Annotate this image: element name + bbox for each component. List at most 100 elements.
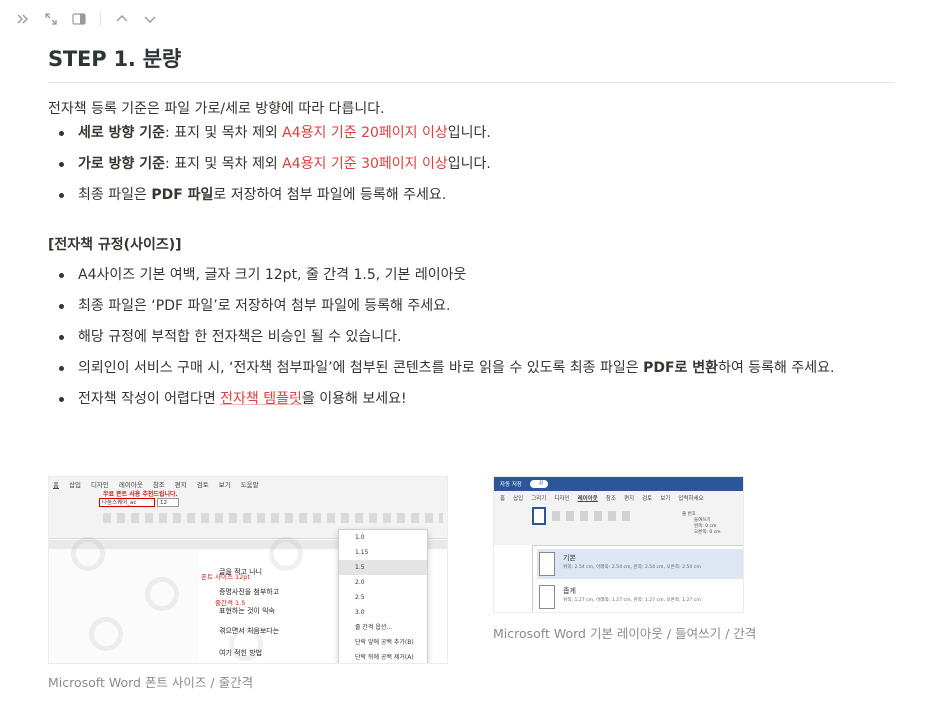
- expand-icon[interactable]: [42, 10, 60, 28]
- tab-mailings: 편지: [623, 496, 635, 502]
- tab-help: 도움말: [240, 481, 259, 489]
- notice-label: 무료 폰트 사용 추천드립니다.: [103, 491, 178, 498]
- toggle-label: 끔: [539, 481, 544, 486]
- template-link[interactable]: 전자책 템플릿: [220, 391, 302, 407]
- rules-list: A4사이즈 기본 여백, 글자 크기 12pt, 줄 간격 1.5, 기본 레이…: [48, 265, 894, 409]
- spacing-option[interactable]: 1.15: [339, 545, 427, 560]
- ribbon-tools: [552, 511, 632, 521]
- tab-insert: 삽입: [513, 496, 524, 502]
- bold-text: PDF로 변환: [643, 360, 719, 376]
- tab-insert: 삽입: [68, 481, 81, 489]
- spacing-option[interactable]: 1.0: [339, 530, 427, 545]
- indent-right-value[interactable]: 0 cm: [709, 530, 720, 535]
- right-caption: Microsoft Word 기본 레이아웃 / 들여쓰기 / 간격: [493, 626, 757, 641]
- doc-line: 표현하는 것이 익숙: [219, 607, 275, 615]
- list-item: A4사이즈 기본 여백, 글자 크기 12pt, 줄 간격 1.5, 기본 레이…: [48, 265, 894, 285]
- watermark-icon: [269, 537, 303, 571]
- tab-home: 홈: [53, 481, 59, 489]
- text: 입니다.: [447, 156, 491, 172]
- tab-references: 참조: [152, 481, 165, 489]
- text: 로 저장하여 첨부 파일에 등록해 주세요.: [213, 187, 447, 203]
- figure-font-size: 홈 삽입 디자인 레이아웃 참조 편지 검토 보기 도움말 무료 폰트 사용 추…: [48, 476, 448, 691]
- highlight-text: A4용지 기준 20페이지 이상: [282, 125, 448, 141]
- chevron-down-icon[interactable]: [141, 10, 159, 28]
- tab-layout: 레이아웃: [118, 481, 143, 489]
- top-toolbar: [14, 9, 159, 29]
- word-layout-screenshot[interactable]: 자동 저장 끔 홈 삽입 그리기 디자인 레이아웃 참조 편지 검토 보기 입력…: [493, 476, 744, 613]
- font-size-box: 12: [157, 498, 179, 507]
- margin-option-narrow[interactable]: 좁게 위쪽: 1.27 cm, 아래쪽: 1.27 cm, 왼쪽: 1.27 c…: [537, 582, 743, 612]
- text: 의뢰인이 서비스 구매 시, ‘전자책 첨부파일’에 첨부된 콘텐츠를 바로 읽…: [78, 360, 644, 376]
- text: 이용해 보세요!: [314, 391, 407, 407]
- intro-text: 전자책 등록 기준은 파일 가로/세로 방향에 따라 다릅니다.: [48, 101, 385, 117]
- font-size-value: 12: [160, 500, 167, 506]
- text: A4사이즈 기본 여백, 글자 크기 12pt, 줄 간격 1.5, 기본 레이…: [78, 267, 467, 283]
- spacing-option[interactable]: 단락 앞에 공백 추가(B): [339, 635, 427, 650]
- figures: 홈 삽입 디자인 레이아웃 참조 편지 검토 보기 도움말 무료 폰트 사용 추…: [48, 476, 894, 696]
- autosave-label: 자동 저장: [500, 482, 522, 488]
- sidebar-panel-icon[interactable]: [70, 10, 88, 28]
- watermark-icon: [89, 617, 123, 651]
- margin-options-panel[interactable]: 기본 위쪽: 2.54 cm, 아래쪽: 2.54 cm, 왼쪽: 2.54 c…: [532, 545, 743, 612]
- word-title-bar: 자동 저장 끔: [494, 477, 743, 491]
- margin-button[interactable]: [532, 507, 546, 525]
- section-heading: [전자책 규정(사이즈)]: [48, 237, 182, 253]
- page-icon: [539, 552, 555, 576]
- highlight-text: 을: [301, 391, 315, 407]
- line-spacing-tag: 줄간격 1.5: [215, 599, 246, 607]
- word-tabs: 홈 삽입 디자인 레이아웃 참조 편지 검토 보기 도움말: [53, 479, 259, 489]
- tab-design: 디자인: [554, 496, 570, 502]
- spacing-option[interactable]: 단락 뒤에 공백 제거(A): [339, 650, 427, 663]
- line-spacing-dropdown[interactable]: 1.0 1.15 1.5 2.0 2.5 3.0 줄 간격 옵션... 단락 앞…: [338, 529, 428, 663]
- bold-text: 세로 방향 기준: [78, 125, 166, 141]
- watermark-icon: [145, 577, 179, 611]
- text: 입니다.: [447, 125, 491, 141]
- right-label: 오른쪽:: [694, 530, 708, 535]
- text: 최종 파일은: [78, 187, 152, 203]
- tab-review: 검토: [196, 481, 209, 489]
- spacing-option[interactable]: 1.5: [339, 560, 427, 575]
- spacing-option[interactable]: 2.5: [339, 590, 427, 605]
- margin-option-normal[interactable]: 기본 위쪽: 2.54 cm, 아래쪽: 2.54 cm, 왼쪽: 2.54 c…: [537, 549, 743, 579]
- list-item: 최종 파일은 PDF 파일로 저장하여 첨부 파일에 등록해 주세요.: [48, 185, 894, 205]
- spacing-option[interactable]: 2.0: [339, 575, 427, 590]
- chevron-up-icon[interactable]: [113, 10, 131, 28]
- indent-group: 들여쓰기 왼쪽: 0 cm 오른쪽: 0 cm: [694, 517, 743, 535]
- text: 최종 파일은 ‘PDF 파일’로 저장하여 첨부 파일에 등록해 주세요.: [78, 298, 451, 314]
- bold-text: PDF 파일: [151, 187, 214, 203]
- tab-review: 검토: [642, 496, 653, 502]
- autosave-toggle[interactable]: 끔: [530, 480, 548, 488]
- word-font-screenshot[interactable]: 홈 삽입 디자인 레이아웃 참조 편지 검토 보기 도움말 무료 폰트 사용 추…: [48, 476, 448, 664]
- spacing-option[interactable]: 줄 간격 옵션...: [339, 620, 427, 635]
- text: 하여 등록해 주세요.: [718, 360, 835, 376]
- option-desc: 위쪽: 2.54 cm, 아래쪽: 2.54 cm, 왼쪽: 2.54 cm, …: [563, 565, 701, 570]
- ribbon-tools: [103, 513, 443, 523]
- tab-home: 홈: [500, 496, 506, 502]
- watermark-icon: [71, 537, 105, 571]
- tab-mailings: 편지: [174, 481, 187, 489]
- orientation-list: 세로 방향 기준: 표지 및 목차 제외 A4용지 기준 20페이지 이상입니다…: [48, 123, 894, 205]
- page-content: STEP 1. 분량 전자책 등록 기준은 파일 가로/세로 방향에 따라 다릅…: [48, 40, 894, 420]
- text: 전자책 작성이 어렵다면: [78, 391, 221, 407]
- page-title: STEP 1. 분량: [48, 40, 894, 83]
- double-chevron-right-icon[interactable]: [14, 10, 32, 28]
- list-item: 의뢰인이 서비스 구매 시, ‘전자책 첨부파일’에 첨부된 콘텐츠를 바로 읽…: [48, 358, 894, 378]
- option-name: 기본: [563, 554, 576, 562]
- list-item: 전자책 작성이 어렵다면 전자책 템플릿을 이용해 보세요!: [48, 389, 894, 409]
- left-strip: [494, 545, 532, 612]
- bold-text: 가로 방향 기준: [78, 156, 166, 172]
- spacing-option[interactable]: 3.0: [339, 605, 427, 620]
- word-tabs: 홈 삽입 그리기 디자인 레이아웃 참조 편지 검토 보기 입력하세요: [500, 494, 704, 502]
- option-desc: 위쪽: 1.27 cm, 아래쪽: 1.27 cm, 왼쪽: 1.27 cm, …: [563, 598, 701, 603]
- toolbar-divider: [100, 12, 101, 26]
- option-name: 좁게: [563, 587, 576, 595]
- tab-search: 입력하세요: [678, 496, 704, 502]
- font-name-value: 나눔스퀘어_ac: [102, 500, 137, 506]
- figure-layout: 자동 저장 끔 홈 삽입 그리기 디자인 레이아웃 참조 편지 검토 보기 입력…: [493, 476, 893, 642]
- highlight-text: A4용지 기준 30페이지 이상: [282, 156, 448, 172]
- list-item: 세로 방향 기준: 표지 및 목차 제외 A4용지 기준 20페이지 이상입니다…: [48, 123, 894, 143]
- list-item: 해당 규정에 부적합 한 전자책은 비승인 될 수 있습니다.: [48, 327, 894, 347]
- text: : 표지 및 목차 제외: [165, 125, 283, 141]
- list-item: 가로 방향 기준: 표지 및 목차 제외 A4용지 기준 30페이지 이상입니다…: [48, 154, 894, 174]
- tab-draw: 그리기: [531, 496, 547, 502]
